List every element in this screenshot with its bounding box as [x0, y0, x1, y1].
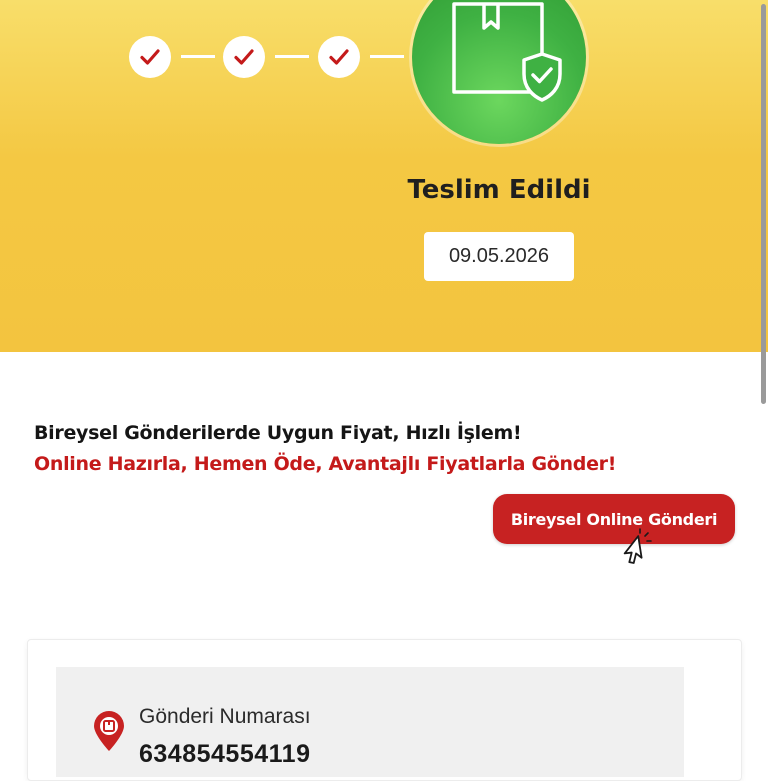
- online-shipment-button[interactable]: Bireysel Online Gönderi: [493, 494, 735, 544]
- delivered-status-badge: [412, 0, 586, 144]
- package-shield-icon: [452, 2, 562, 102]
- delivery-status-header: Teslim Edildi 09.05.2026: [0, 0, 768, 352]
- tracking-number-value: 634854554119: [139, 740, 311, 768]
- location-pin-icon: [94, 711, 124, 751]
- step-3-completed: [318, 36, 360, 78]
- step-connector: [370, 55, 404, 58]
- checkmark-icon: [329, 49, 349, 65]
- page-scrollbar[interactable]: [761, 4, 766, 404]
- step-2-completed: [223, 36, 265, 78]
- step-connector: [181, 55, 215, 58]
- tracking-number-label: Gönderi Numarası: [139, 705, 311, 728]
- step-1-completed: [129, 36, 171, 78]
- delivery-date: 09.05.2026: [424, 232, 574, 281]
- step-connector: [275, 55, 309, 58]
- checkmark-icon: [140, 49, 160, 65]
- promo-headline: Bireysel Gönderilerde Uygun Fiyat, Hızlı…: [34, 422, 522, 444]
- delivery-status-title: Teslim Edildi: [407, 175, 591, 205]
- promo-subheadline: Online Hazırla, Hemen Öde, Avantajlı Fiy…: [34, 453, 617, 475]
- click-cursor-icon: [623, 528, 652, 564]
- checkmark-icon: [234, 49, 254, 65]
